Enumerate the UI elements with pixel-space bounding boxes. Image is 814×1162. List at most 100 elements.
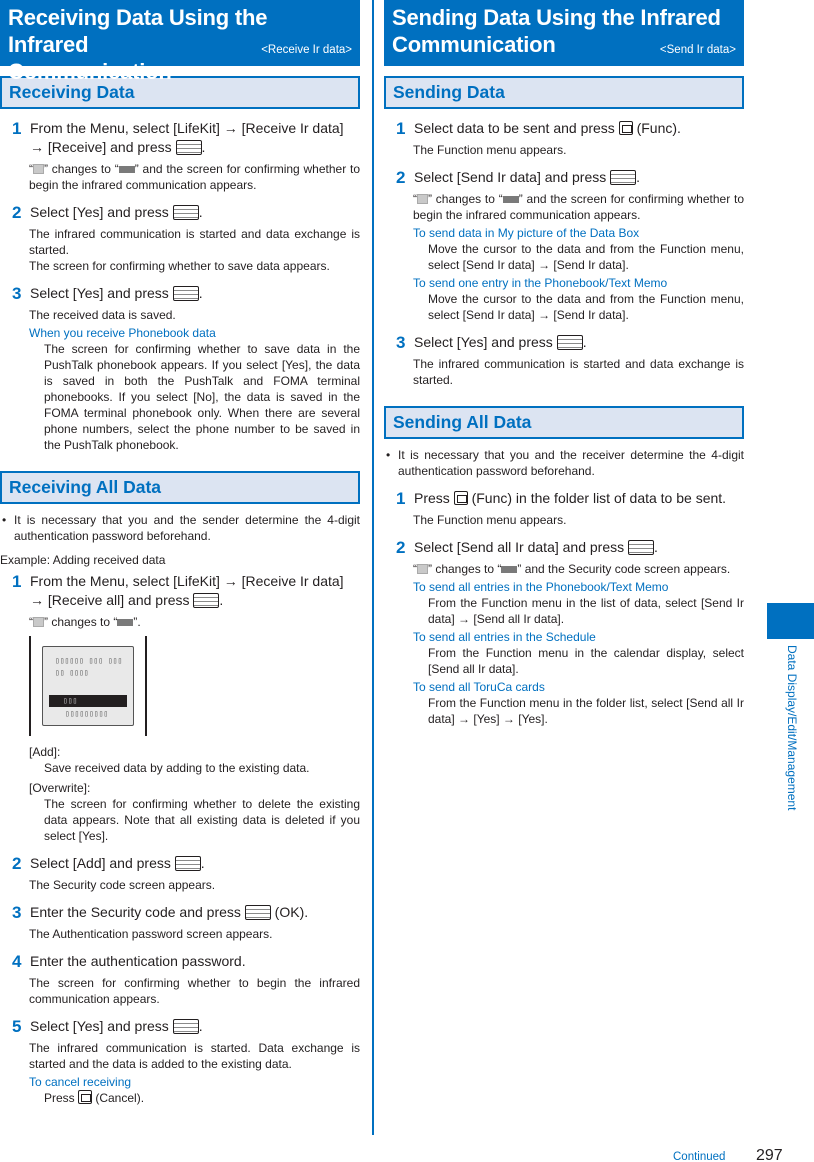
phone-screen: ▯▯▯▯▯▯ ▯▯▯ ▯▯▯ ▯▯ ▯▯▯▯ ▯▯▯ ▯▯▯▯▯▯▯▯▯ <box>42 646 134 726</box>
step-number: 1 <box>396 119 406 138</box>
note-text: Press <box>44 1091 79 1105</box>
send-all-step-2: 2 Select [Send all Ir data] and press . <box>384 538 744 557</box>
receive-all-step-3: 3 Enter the Security code and press (OK)… <box>0 903 360 922</box>
step-description: The received data is saved. <box>29 308 176 322</box>
step-text-end: . <box>201 139 206 155</box>
step-number: 3 <box>396 333 406 352</box>
step-text: Select [Yes] and press <box>30 285 173 301</box>
def-body: Save received data by adding to the exis… <box>44 761 310 775</box>
mail-key-icon <box>618 121 633 135</box>
step-text-end: . <box>198 1018 203 1034</box>
receive-title-tag: <Receive Ir data> <box>261 44 352 56</box>
center-key-icon <box>175 140 202 155</box>
step-text: Select [Yes] and press <box>30 1018 173 1034</box>
mail-key-icon <box>453 491 468 505</box>
screen-line: ▯▯▯▯▯▯ ▯▯▯ ▯▯▯ <box>55 656 123 665</box>
step-text: Enter the authentication password. <box>30 953 246 969</box>
def-term: [Add]: <box>29 745 61 759</box>
send-title-line1: Sending Data Using the Infrared <box>392 5 721 30</box>
step-number: 1 <box>12 119 22 138</box>
step-text: Select data to be sent and press <box>414 120 619 136</box>
step-number: 2 <box>12 203 22 222</box>
step-text-end: (OK). <box>270 904 309 920</box>
ir-standby-icon <box>33 617 44 627</box>
center-key-icon <box>244 905 271 920</box>
left-column: Receiving Data Using the Infrared Commun… <box>0 0 360 1106</box>
section-heading-receiving-all-data: Receiving All Data <box>0 471 360 504</box>
step-number: 1 <box>396 489 406 508</box>
note-body: From the Function menu in the list of da… <box>428 596 744 626</box>
step-description: “” changes to “” and the Security code s… <box>384 561 744 577</box>
column-divider <box>372 0 374 1135</box>
ir-active-icon <box>502 196 519 203</box>
def-term: [Overwrite]: <box>29 781 91 795</box>
right-column: Sending Data Using the Infrared Communic… <box>384 0 744 727</box>
step-text: Select [Yes] and press <box>414 334 557 350</box>
page-number: 297 <box>756 1147 783 1162</box>
step-number: 2 <box>12 854 22 873</box>
center-key-icon <box>172 1019 199 1034</box>
step-text: From the Menu, select [LifeKit] → [Recei… <box>30 573 344 608</box>
note-title: To send all entries in the Schedule <box>413 630 596 644</box>
receive-all-step-1: 1 From the Menu, select [LifeKit] → [Rec… <box>0 572 360 610</box>
receive-all-step-4: 4 Enter the authentication password. <box>0 952 360 971</box>
section-heading-sending-all-data: Sending All Data <box>384 406 744 439</box>
note-body: Press (Cancel). <box>0 1090 360 1106</box>
bullet-note: It is necessary that you and the sender … <box>0 512 360 544</box>
center-key-icon <box>174 856 201 871</box>
step-description: The screen for confirming whether to beg… <box>29 976 360 1006</box>
center-key-icon <box>556 335 583 350</box>
step-description: “” changes to “” and the screen for conf… <box>0 161 360 193</box>
center-key-icon <box>172 286 199 301</box>
send-step-2: 2 Select [Send Ir data] and press . <box>384 168 744 187</box>
ir-active-icon <box>118 166 135 173</box>
receive-title-line2: Communication <box>8 59 172 84</box>
ir-active-icon <box>117 619 134 626</box>
step-number: 4 <box>12 952 22 971</box>
note-title: To send one entry in the Phonebook/Text … <box>413 276 668 290</box>
step-text-end: . <box>654 539 658 555</box>
step-description: The infrared communication is started. D… <box>29 1041 360 1071</box>
step-text-end: (Func) in the folder list of data to be … <box>467 490 727 506</box>
note-body: Move the cursor to the data and from the… <box>428 292 744 322</box>
phone-screen-illustration: ▯▯▯▯▯▯ ▯▯▯ ▯▯▯ ▯▯ ▯▯▯▯ ▯▯▯ ▯▯▯▯▯▯▯▯▯ <box>29 636 147 736</box>
step-description: The Authentication password screen appea… <box>29 927 273 941</box>
step-text: Select [Yes] and press <box>30 204 173 220</box>
chapter-label: Data Display/Edit/Management <box>785 645 799 811</box>
ir-standby-icon <box>417 194 428 204</box>
send-title-bar: Sending Data Using the Infrared Communic… <box>384 0 744 66</box>
receive-all-step-5: 5 Select [Yes] and press . <box>0 1017 360 1036</box>
note-title: To send data in My picture of the Data B… <box>413 226 640 240</box>
send-step-3: 3 Select [Yes] and press . <box>384 333 744 352</box>
step-description: The Function menu appears. <box>413 143 567 157</box>
step-number: 2 <box>396 538 406 557</box>
step-description: The Security code screen appears. <box>29 878 216 892</box>
desc-text: ” changes to “ <box>44 162 119 176</box>
section-heading-sending-data: Sending Data <box>384 76 744 109</box>
step-text-end: . <box>636 169 641 185</box>
step-text-end: . <box>219 592 224 608</box>
desc-text: ” changes to “ <box>44 615 118 629</box>
send-title-tag: <Send Ir data> <box>659 44 736 56</box>
note-body: From the Function menu in the folder lis… <box>428 696 744 726</box>
step-description: The infrared communication is started an… <box>29 227 360 257</box>
center-key-icon <box>172 205 199 220</box>
ir-active-icon <box>501 566 518 573</box>
chapter-tab <box>767 603 814 639</box>
note-body: From the Function menu in the calendar d… <box>428 646 744 676</box>
screen-line: ▯▯ ▯▯▯▯ <box>55 668 89 677</box>
ir-standby-icon <box>33 164 44 174</box>
step-number: 3 <box>12 284 22 303</box>
step-description: “” changes to “”. <box>0 614 360 630</box>
center-key-icon <box>193 593 220 608</box>
mail-key-icon <box>78 1090 93 1104</box>
step-text-end: (Func). <box>632 120 681 136</box>
center-key-icon <box>628 540 655 555</box>
desc-text: ”. <box>133 615 141 629</box>
note-title: To cancel receiving <box>29 1075 132 1089</box>
step-description: The Function menu appears. <box>413 513 567 527</box>
desc-text: ” changes to “ <box>428 562 502 576</box>
step-text-end: . <box>198 204 203 220</box>
receive-step-2: 2 Select [Yes] and press . <box>0 203 360 222</box>
bullet-note: It is necessary that you and the receive… <box>384 447 744 479</box>
